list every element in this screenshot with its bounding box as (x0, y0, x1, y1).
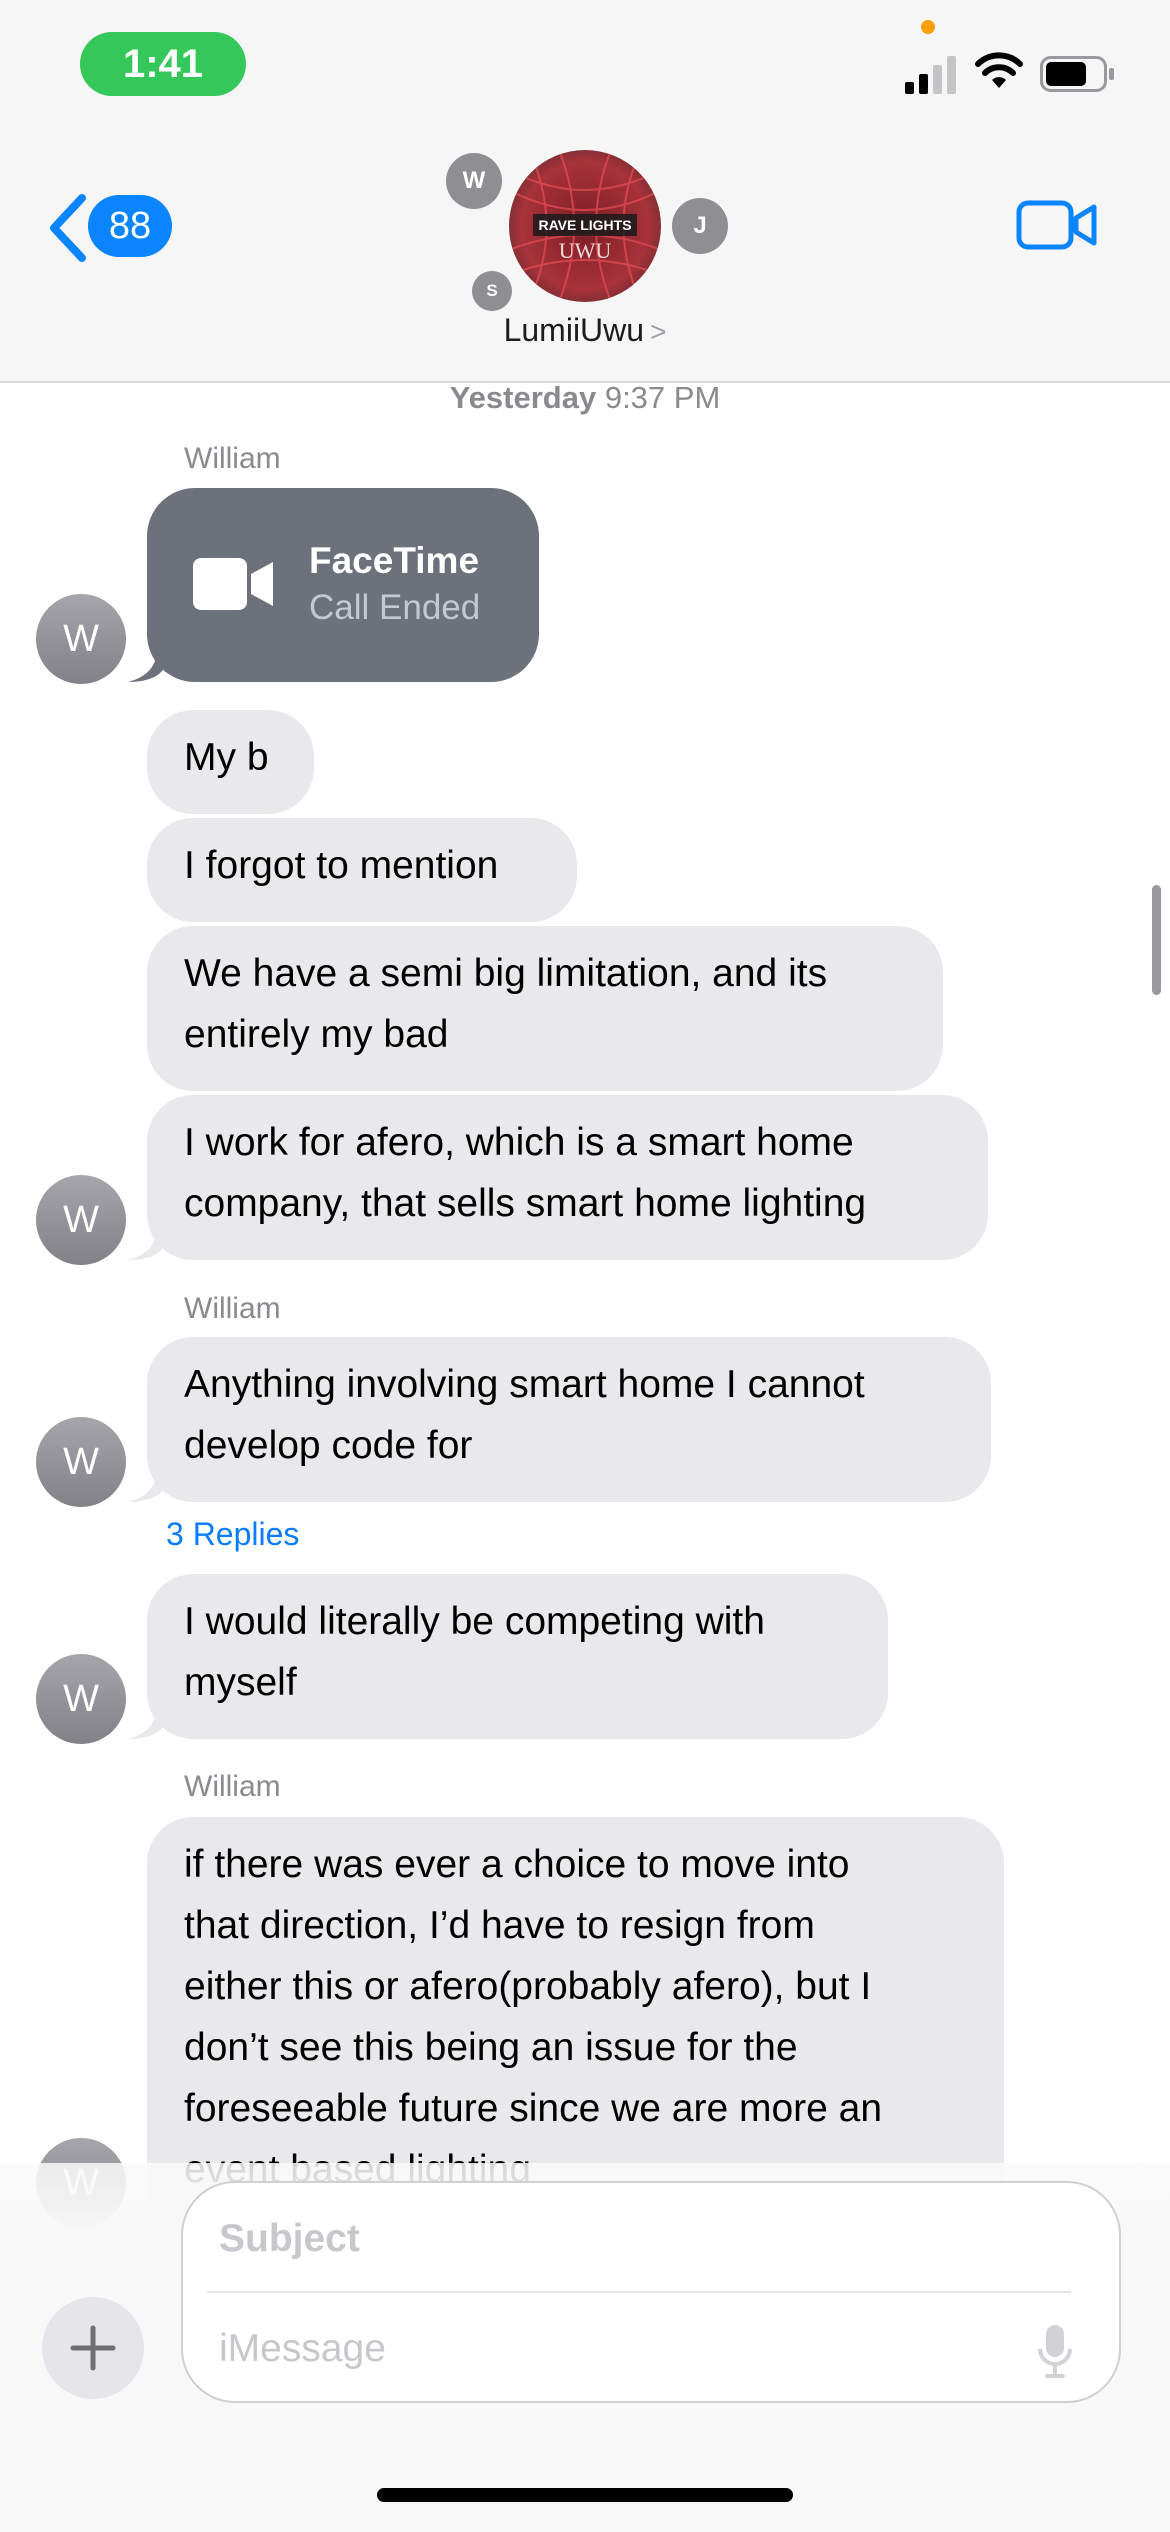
group-name-label[interactable]: LumiiUwu (504, 312, 644, 348)
bubble-tail (128, 642, 164, 682)
member-avatar-s: S (472, 271, 512, 311)
privacy-indicator (921, 20, 935, 34)
member-avatar-j: J (672, 198, 728, 254)
message-bubble[interactable]: I forgot to mention (147, 818, 577, 922)
message-text: develop code for (184, 1424, 473, 1467)
avatar[interactable]: W (36, 1417, 126, 1507)
bubble-tail (128, 1699, 164, 1739)
message-text: foreseeable future since we are more an (184, 2087, 883, 2130)
message-bubble[interactable]: Anything involving smart home I cannot de… (147, 1337, 991, 1502)
scrollbar[interactable] (1152, 885, 1161, 995)
message-text: We have a semi big limitation, and its (184, 952, 828, 995)
plus-button[interactable] (42, 2297, 144, 2399)
sender-name: William (184, 1292, 281, 1325)
facetime-title: FaceTime (309, 540, 480, 581)
message-text: company, that sells smart home lighting (184, 1182, 867, 1225)
back-chevron-icon[interactable] (46, 192, 90, 264)
message-input[interactable]: iMessage (219, 2327, 386, 2371)
sender-name: William (184, 442, 281, 475)
chevron-right-icon: > (650, 316, 667, 347)
message-bubble[interactable]: My b (147, 710, 314, 814)
wifi-icon (975, 52, 1023, 88)
signal-icon (905, 56, 956, 94)
avatar[interactable]: W (36, 594, 126, 684)
message-text: entirely my bad (184, 1013, 449, 1056)
avatar[interactable]: W (36, 1654, 126, 1744)
bubble-tail (128, 1462, 164, 1502)
message-text: that direction, I’d have to resign from (184, 1904, 815, 1947)
facetime-status: Call Ended (309, 588, 481, 627)
bubble-tail (128, 1220, 164, 1260)
subject-field[interactable]: Subject (219, 2217, 360, 2261)
microphone-icon[interactable] (1037, 2323, 1073, 2379)
message-text: don’t see this being an issue for the (184, 2026, 798, 2069)
message-text: I forgot to mention (184, 844, 499, 887)
message-text: I would literally be competing with (184, 1600, 765, 1643)
battery-icon (1040, 56, 1114, 92)
facetime-call-bubble[interactable]: FaceTime Call Ended (147, 488, 539, 682)
facetime-video-icon (193, 558, 273, 610)
status-bar: 1:41 (0, 0, 1170, 130)
sender-name: William (184, 1770, 281, 1803)
message-timestamp: Yesterday 9:37 PM (0, 380, 1170, 416)
compose-area: Subject iMessage (0, 2163, 1170, 2532)
group-name[interactable]: LumiiUwu > (0, 312, 1170, 349)
message-text: myself (184, 1661, 297, 1704)
message-bubble[interactable]: We have a semi big limitation, and its en… (147, 926, 943, 1091)
group-avatar[interactable]: RAVE LIGHTS UWU (509, 150, 661, 302)
avatar[interactable]: W (36, 1175, 126, 1265)
group-avatar-text-2: UWU (559, 238, 612, 263)
message-text: My b (184, 736, 269, 779)
group-avatar-image: RAVE LIGHTS UWU (509, 150, 661, 302)
message-text: either this or afero(probably afero), bu… (184, 1965, 872, 2008)
group-avatar-text-1: RAVE LIGHTS (538, 217, 631, 233)
message-bubble[interactable]: I work for afero, which is a smart home c… (147, 1095, 988, 1260)
message-text: I work for afero, which is a smart home (184, 1121, 854, 1164)
timestamp-time: 9:37 PM (604, 380, 721, 415)
status-time[interactable]: 1:41 (80, 32, 246, 96)
message-composer[interactable]: Subject iMessage (181, 2181, 1121, 2403)
plus-icon (70, 2325, 116, 2371)
message-bubble[interactable]: I would literally be competing with mysel… (147, 1574, 888, 1739)
video-call-icon[interactable] (1016, 198, 1098, 252)
member-avatar-w: W (446, 153, 502, 209)
conversation-header: 88 W RAVE LIGHTS UWU J S LumiiUwu > (0, 130, 1170, 383)
message-text: Anything involving smart home I cannot (184, 1363, 865, 1406)
message-text: if there was ever a choice to move into (184, 1843, 850, 1886)
thread-replies-link[interactable]: 3 Replies (166, 1516, 299, 1553)
composer-divider (207, 2291, 1071, 2293)
home-indicator[interactable] (377, 2488, 793, 2502)
timestamp-day: Yesterday (449, 380, 597, 415)
unread-count-badge[interactable]: 88 (88, 195, 172, 257)
